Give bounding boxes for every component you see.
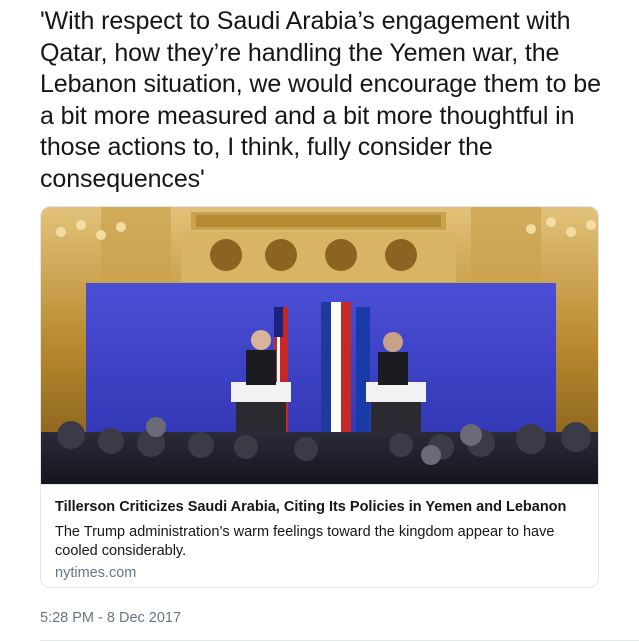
card-description: The Trump administration’s warm feelings… <box>55 524 555 559</box>
card-body: Tillerson Criticizes Saudi Arabia, Citin… <box>41 484 598 581</box>
card-title[interactable]: Tillerson Criticizes Saudi Arabia, Citin… <box>55 499 595 515</box>
card-domain: nytimes.com <box>55 565 137 581</box>
tweet-text: 'With respect to Saudi Arabia’s engageme… <box>40 7 601 193</box>
link-card[interactable]: Tillerson Criticizes Saudi Arabia, Citin… <box>40 206 599 588</box>
tweet-timestamp[interactable]: 5:28 PM - 8 Dec 2017 <box>40 610 181 626</box>
divider <box>40 640 639 641</box>
press-conference-photo-icon <box>41 207 598 484</box>
